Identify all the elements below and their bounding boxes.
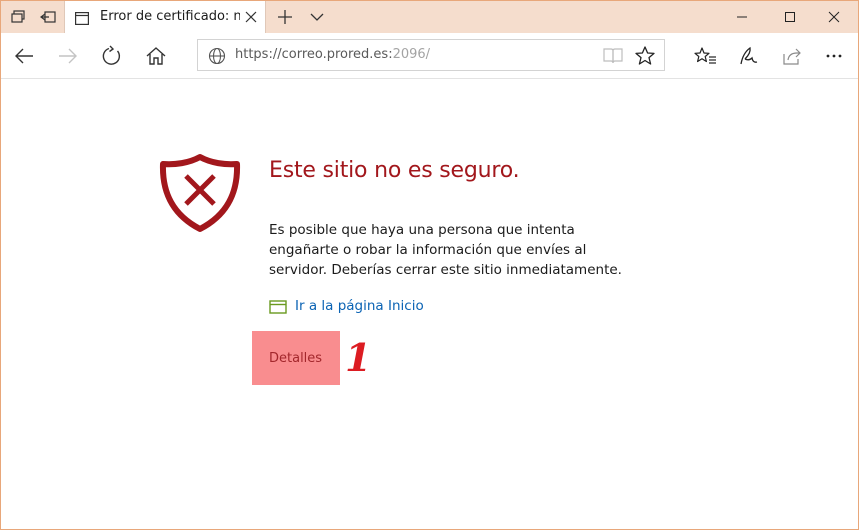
page-content: Este sitio no es seguro. Es posible que …: [1, 79, 858, 529]
maximize-icon[interactable]: [766, 1, 814, 33]
star-icon[interactable]: [634, 45, 656, 67]
annotation-number: 1: [345, 335, 372, 380]
navigation-bar: https://correo.prored.es:2096/: [1, 33, 858, 79]
browser-window: Error de certificado: nav: [0, 0, 859, 530]
page-icon: [75, 10, 90, 26]
window-green-icon: [269, 299, 287, 314]
window-close-icon[interactable]: [810, 1, 858, 33]
tab-title: Error de certificado: nav: [100, 9, 240, 24]
home-link-label[interactable]: Ir a la página Inicio: [295, 298, 424, 314]
favorites-hub-icon[interactable]: [691, 41, 721, 71]
close-icon[interactable]: [242, 8, 260, 26]
shield-x-icon: [159, 153, 241, 233]
pen-icon[interactable]: [734, 41, 764, 71]
url-port: 2096/: [392, 47, 431, 62]
plus-icon[interactable]: [273, 6, 297, 28]
minimize-icon[interactable]: [718, 1, 766, 33]
address-bar[interactable]: https://correo.prored.es:2096/: [197, 39, 665, 71]
chevron-down-icon[interactable]: [306, 6, 328, 28]
back-arrow-icon[interactable]: [9, 41, 39, 71]
forward-arrow-icon[interactable]: [53, 41, 83, 71]
details-button[interactable]: Detalles: [252, 331, 340, 385]
more-dots-icon[interactable]: [819, 41, 849, 71]
globe-icon: [208, 47, 226, 65]
home-icon[interactable]: [141, 41, 171, 71]
url-main: https://correo.prored.es:: [235, 47, 393, 62]
set-aside-tabs-icon[interactable]: [37, 6, 59, 28]
error-description: Es posible que haya una persona que inte…: [269, 222, 622, 278]
tab-bar: Error de certificado: nav: [1, 1, 858, 33]
tab-manager-icon[interactable]: [7, 6, 29, 28]
url-text[interactable]: https://correo.prored.es:2096/: [235, 47, 430, 62]
active-tab[interactable]: Error de certificado: nav: [64, 1, 266, 33]
share-icon[interactable]: [777, 41, 807, 71]
error-title: Este sitio no es seguro.: [269, 158, 520, 183]
home-page-link[interactable]: Ir a la página Inicio: [269, 298, 424, 314]
refresh-icon[interactable]: [97, 41, 127, 71]
reading-view-icon[interactable]: [602, 46, 624, 66]
